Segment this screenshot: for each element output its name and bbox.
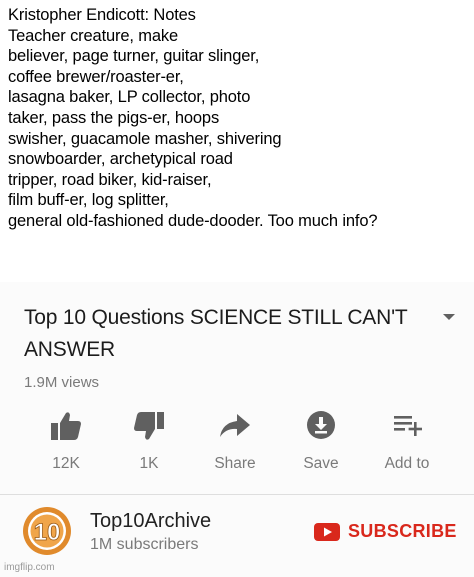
dislike-button[interactable]: 1K <box>109 410 189 473</box>
share-icon <box>220 414 250 437</box>
thumbs-down-icon <box>134 412 164 440</box>
like-count: 12K <box>52 455 80 472</box>
youtube-play-icon <box>314 522 340 541</box>
subscribe-button[interactable]: SUBSCRIBE <box>314 521 457 542</box>
dislike-count: 1K <box>139 455 159 472</box>
divider <box>0 494 474 495</box>
channel-logo-text: 10 <box>34 519 61 546</box>
add-to-button[interactable]: Add to <box>367 410 447 473</box>
add-to-playlist-icon <box>394 416 422 436</box>
chevron-down-icon[interactable] <box>440 311 458 323</box>
channel-logo[interactable]: 10 <box>22 506 72 556</box>
share-button[interactable]: Share <box>195 410 275 473</box>
meme-caption: Kristopher Endicott: Notes Teacher creat… <box>8 6 378 230</box>
like-button[interactable]: 12K <box>26 410 106 473</box>
share-label: Share <box>214 455 256 472</box>
watermark: imgflip.com <box>4 562 55 573</box>
channel-name[interactable]: Top10Archive <box>90 510 211 533</box>
save-button[interactable]: Save <box>281 410 361 473</box>
subscriber-count: 1M subscribers <box>90 536 199 553</box>
video-title: Top 10 Questions SCIENCE STILL CAN'T ANS… <box>24 306 408 361</box>
add-to-label: Add to <box>384 455 430 472</box>
view-count: 1.9M views <box>24 374 100 391</box>
thumbs-up-icon <box>51 412 81 440</box>
save-label: Save <box>303 455 339 472</box>
save-icon <box>307 411 335 439</box>
subscribe-label: SUBSCRIBE <box>348 521 457 541</box>
